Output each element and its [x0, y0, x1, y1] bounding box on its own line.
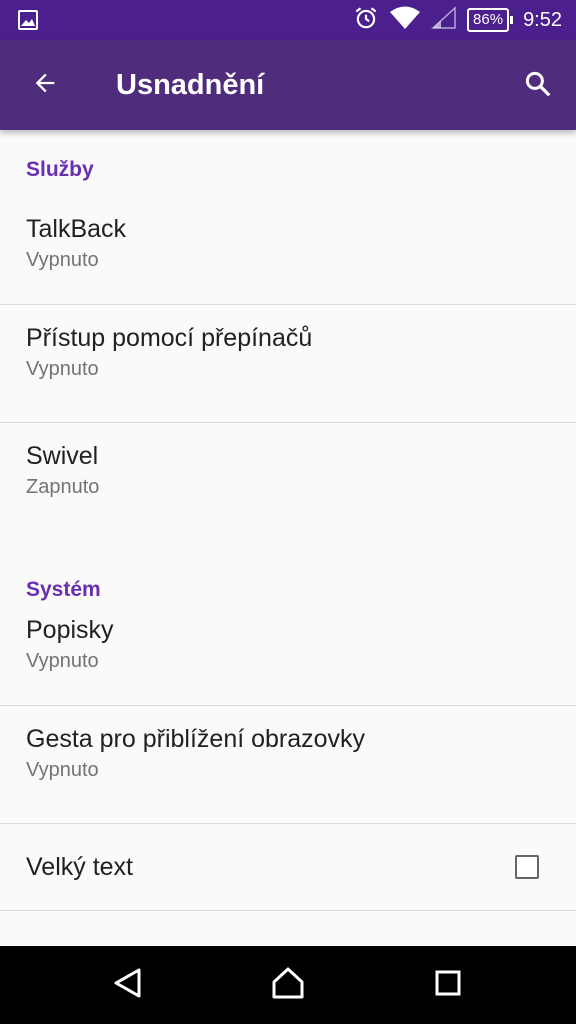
- large-text-checkbox[interactable]: [515, 855, 539, 879]
- signal-icon: [431, 5, 457, 35]
- nav-back-button[interactable]: [88, 946, 168, 1024]
- wifi-icon: [389, 5, 421, 36]
- pref-title: Přístup pomocí přepínačů: [26, 324, 313, 352]
- pref-swivel[interactable]: Swivel Zapnuto: [0, 423, 576, 540]
- pref-summary: Zapnuto: [26, 476, 100, 498]
- nav-recents-button[interactable]: [408, 946, 488, 1024]
- pref-switch-access[interactable]: Přístup pomocí přepínačů Vypnuto: [0, 305, 576, 422]
- pref-magnification-gestures[interactable]: Gesta pro přiblížení obrazovky Vypnuto: [0, 706, 576, 823]
- battery-indicator: 86%: [467, 8, 514, 32]
- status-bar: 86% 9:52: [0, 0, 576, 40]
- image-notification-icon: [16, 8, 40, 32]
- alarm-icon: [353, 5, 379, 36]
- pref-captions[interactable]: Popisky Vypnuto: [0, 615, 576, 705]
- pref-summary: Vypnuto: [26, 249, 99, 271]
- pref-summary: Vypnuto: [26, 650, 99, 672]
- navigation-bar: [0, 946, 576, 1024]
- status-icons: 86% 9:52: [343, 0, 562, 40]
- home-icon: [270, 966, 306, 1005]
- arrow-back-icon: [31, 69, 59, 102]
- status-time: 9:52: [523, 8, 562, 31]
- page-title: Usnadnění: [116, 69, 265, 101]
- pref-title: Velký text: [26, 853, 133, 881]
- section-header-system: Systém: [26, 578, 101, 601]
- divider: [0, 910, 576, 911]
- search-button[interactable]: [516, 64, 560, 108]
- pref-title: TalkBack: [26, 215, 127, 243]
- square-recents-icon: [433, 968, 463, 1003]
- back-button[interactable]: [22, 62, 68, 108]
- pref-summary: Vypnuto: [26, 759, 99, 781]
- pref-talkback[interactable]: TalkBack Vypnuto: [0, 214, 576, 304]
- search-icon: [523, 69, 553, 104]
- pref-title: Gesta pro přiblížení obrazovky: [26, 725, 366, 753]
- pref-title: Swivel: [26, 442, 99, 470]
- section-header-services: Služby: [26, 158, 94, 181]
- nav-home-button[interactable]: [248, 946, 328, 1024]
- settings-list: Služby TalkBack Vypnuto Přístup pomocí p…: [0, 130, 576, 946]
- triangle-back-icon: [111, 966, 145, 1005]
- battery-nub: [510, 16, 514, 24]
- pref-summary: Vypnuto: [26, 358, 99, 380]
- pref-large-text[interactable]: Velký text: [0, 824, 576, 910]
- battery-level: 86%: [467, 8, 510, 32]
- app-toolbar: Usnadnění: [0, 40, 576, 130]
- pref-title: Popisky: [26, 616, 114, 644]
